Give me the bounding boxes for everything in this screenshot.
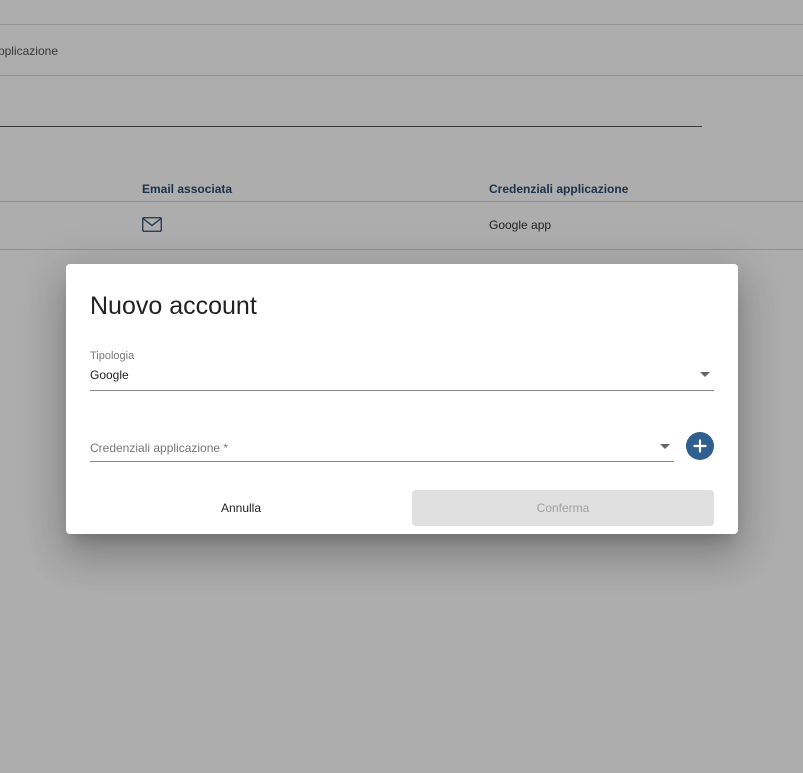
cancel-button[interactable]: Annulla bbox=[90, 490, 392, 526]
type-field-value: Google bbox=[90, 368, 129, 382]
add-credentials-button[interactable] bbox=[686, 432, 714, 460]
confirm-button[interactable]: Conferma bbox=[412, 490, 714, 526]
chevron-down-icon bbox=[700, 372, 710, 377]
credentials-field-placeholder: Credenziali applicazione * bbox=[90, 441, 229, 455]
type-field-label: Tipologia bbox=[90, 350, 135, 362]
chevron-down-icon bbox=[660, 444, 670, 449]
dialog-title: Nuovo account bbox=[90, 292, 257, 320]
plus-icon bbox=[693, 439, 707, 453]
credentials-select[interactable]: Credenziali applicazione * bbox=[90, 436, 674, 462]
type-select[interactable]: Tipologia Google bbox=[90, 350, 714, 391]
new-account-dialog: Nuovo account Tipologia Google Credenzia… bbox=[66, 264, 738, 534]
